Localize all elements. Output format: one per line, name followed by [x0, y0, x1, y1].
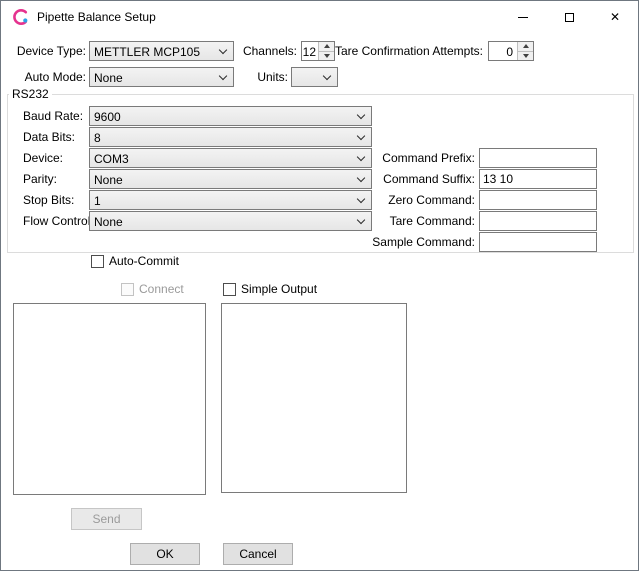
tare-command-label: Tare Command: — [355, 214, 475, 228]
checkbox-box[interactable] — [223, 283, 236, 296]
data-bits-label: Data Bits: — [23, 130, 75, 144]
window-controls: ✕ — [500, 1, 638, 33]
left-output-listbox[interactable] — [13, 303, 206, 495]
tare-command-input[interactable] — [479, 211, 597, 231]
channels-value: 12 — [302, 45, 316, 59]
maximize-icon — [565, 13, 574, 22]
baud-rate-label: Baud Rate: — [23, 109, 83, 123]
checkbox-box — [121, 283, 134, 296]
device-select[interactable]: COM3 — [89, 148, 372, 168]
units-select[interactable] — [291, 67, 338, 87]
window-title: Pipette Balance Setup — [37, 10, 156, 24]
connect-label: Connect — [139, 282, 184, 296]
triangle-down-icon — [523, 54, 529, 58]
parity-value: None — [94, 173, 123, 187]
sample-command-label: Sample Command: — [355, 235, 475, 249]
spin-down-button[interactable] — [518, 51, 533, 61]
ok-button[interactable]: OK — [130, 543, 200, 565]
tare-attempts-value: 0 — [489, 45, 513, 59]
stop-bits-value: 1 — [94, 194, 101, 208]
zero-command-input[interactable] — [479, 190, 597, 210]
tare-attempts-spinner[interactable]: 0 — [488, 41, 534, 61]
tare-attempts-label: Tare Confirmation Attempts: — [321, 44, 483, 58]
auto-mode-value: None — [94, 71, 123, 85]
send-button: Send — [71, 508, 142, 530]
baud-rate-value: 9600 — [94, 110, 121, 124]
close-icon: ✕ — [610, 11, 620, 23]
data-bits-value: 8 — [94, 131, 101, 145]
flow-control-label: Flow Control: — [23, 214, 94, 228]
right-output-listbox[interactable] — [221, 303, 407, 493]
data-bits-select[interactable]: 8 — [89, 127, 372, 147]
command-suffix-label: Command Suffix: — [355, 172, 475, 186]
pipette-balance-setup-dialog: Pipette Balance Setup ✕ Device Type: MET… — [0, 0, 639, 571]
simple-output-checkbox[interactable]: Simple Output — [223, 282, 317, 296]
rs232-group-title: RS232 — [9, 87, 52, 101]
device-type-select[interactable]: METTLER MCP105 — [89, 41, 234, 61]
stop-bits-select[interactable]: 1 — [89, 190, 372, 210]
cancel-button[interactable]: Cancel — [223, 543, 293, 565]
minimize-button[interactable] — [500, 1, 546, 33]
chevron-down-icon — [323, 72, 331, 80]
auto-mode-select[interactable]: None — [89, 67, 234, 87]
sample-command-input[interactable] — [479, 232, 597, 252]
baud-rate-select[interactable]: 9600 — [89, 106, 372, 126]
command-prefix-input[interactable] — [479, 148, 597, 168]
auto-commit-label: Auto-Commit — [109, 254, 179, 268]
maximize-button[interactable] — [546, 1, 592, 33]
units-label: Units: — [241, 70, 288, 84]
device-type-value: METTLER MCP105 — [94, 45, 200, 59]
chevron-down-icon — [357, 132, 365, 140]
close-button[interactable]: ✕ — [592, 1, 638, 33]
checkbox-box[interactable] — [91, 255, 104, 268]
triangle-up-icon — [523, 44, 529, 48]
minimize-icon — [518, 17, 528, 18]
command-suffix-input[interactable] — [479, 169, 597, 189]
parity-select[interactable]: None — [89, 169, 372, 189]
chevron-down-icon — [219, 46, 227, 54]
connect-checkbox: Connect — [121, 282, 184, 296]
app-logo-icon — [12, 8, 30, 26]
parity-label: Parity: — [23, 172, 57, 186]
simple-output-label: Simple Output — [241, 282, 317, 296]
spin-up-button[interactable] — [518, 42, 533, 51]
stop-bits-label: Stop Bits: — [23, 193, 74, 207]
zero-command-label: Zero Command: — [355, 193, 475, 207]
auto-mode-label: Auto Mode: — [5, 70, 86, 84]
device-label: Device: — [23, 151, 63, 165]
auto-commit-checkbox[interactable]: Auto-Commit — [91, 254, 179, 268]
flow-control-value: None — [94, 215, 123, 229]
device-type-label: Device Type: — [5, 44, 86, 58]
device-value: COM3 — [94, 152, 129, 166]
command-prefix-label: Command Prefix: — [355, 151, 475, 165]
flow-control-select[interactable]: None — [89, 211, 372, 231]
chevron-down-icon — [219, 72, 227, 80]
chevron-down-icon — [357, 111, 365, 119]
channels-label: Channels: — [233, 44, 297, 58]
tare-spin-buttons — [517, 42, 533, 60]
title-bar[interactable]: Pipette Balance Setup ✕ — [1, 1, 638, 33]
